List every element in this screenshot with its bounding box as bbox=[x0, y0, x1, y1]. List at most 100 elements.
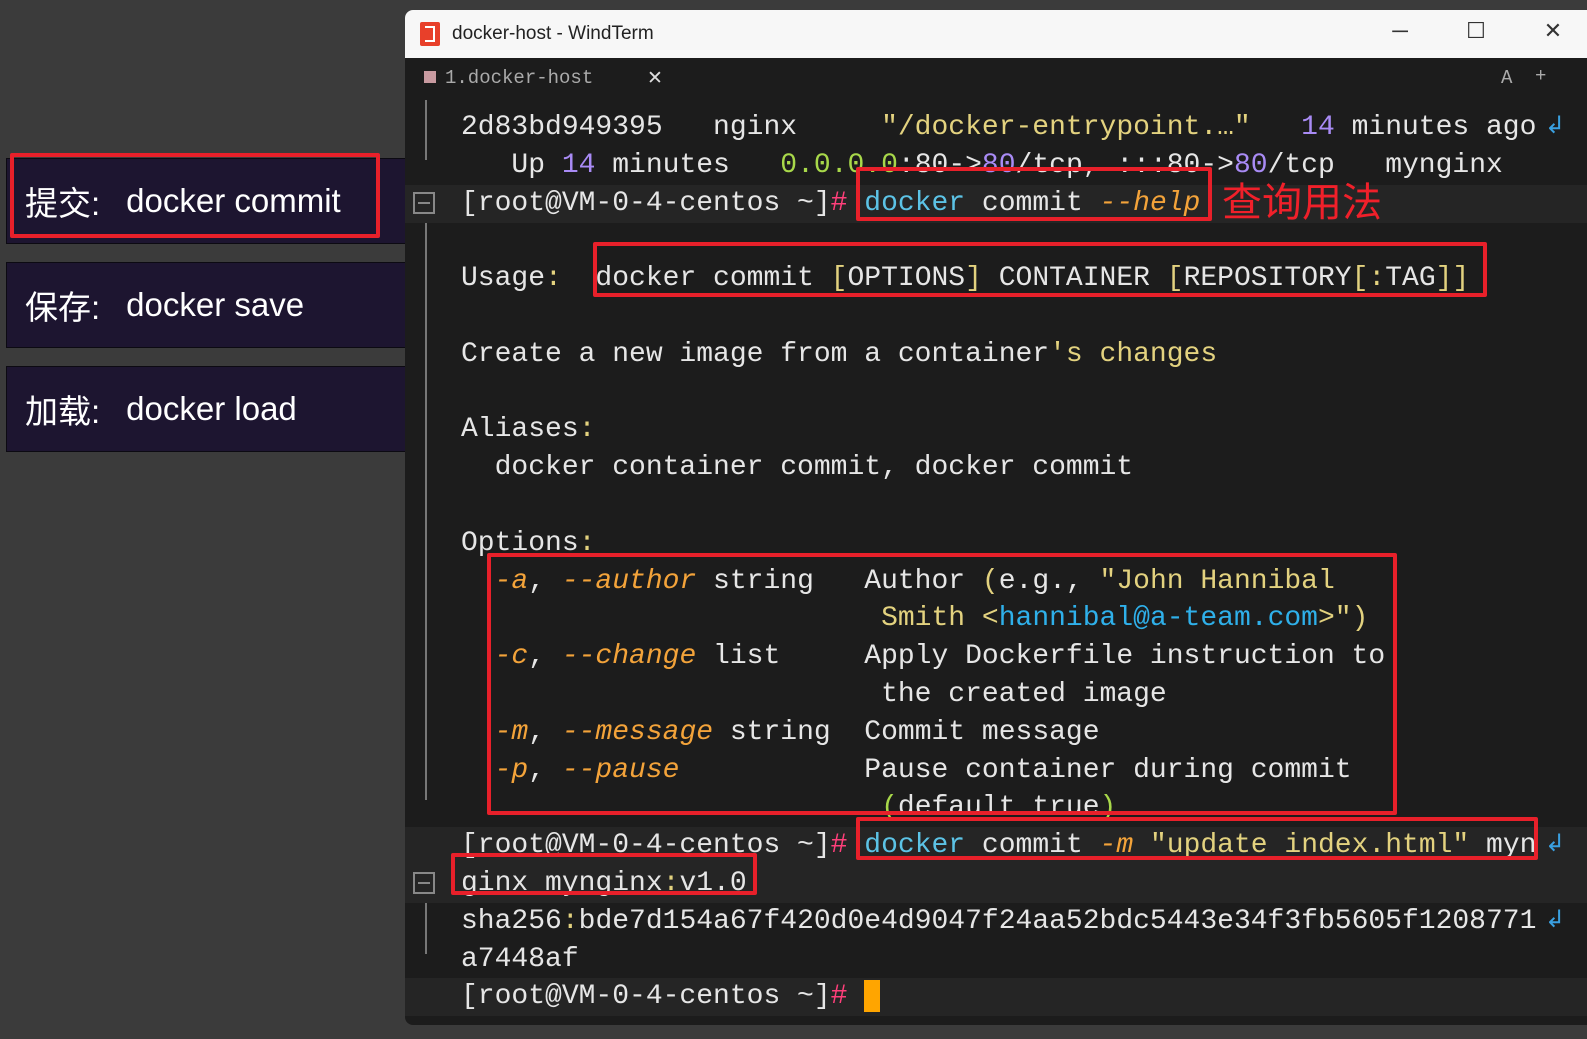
text-segment: OPTIONS bbox=[847, 263, 966, 295]
text-segment bbox=[461, 792, 881, 823]
side-item-load: 加载: docker load bbox=[6, 366, 406, 452]
text-segment: minutes bbox=[595, 149, 781, 181]
line-text: the created image bbox=[461, 676, 1167, 714]
text-segment: ) bbox=[1099, 792, 1117, 824]
text-segment: [: bbox=[1351, 263, 1386, 295]
line-text: ginx mynginx:v1.0 bbox=[461, 865, 747, 903]
title-bar: docker-host - WindTerm ─ ☐ ✕ bbox=[405, 10, 1587, 58]
text-segment bbox=[461, 641, 495, 672]
line-text: -p, --pause Pause container during commi… bbox=[461, 752, 1352, 790]
text-segment: ]] bbox=[1435, 263, 1470, 295]
session-icon bbox=[424, 71, 436, 83]
line-text: [root@VM-0-4-centos ~]# docker commit --… bbox=[461, 185, 1200, 223]
text-segment bbox=[461, 566, 495, 597]
fold-toggle-icon[interactable] bbox=[413, 872, 435, 894]
text-segment: , bbox=[528, 754, 562, 786]
text-segment: 14 bbox=[561, 149, 596, 181]
line-text: -a, --author string Author (e.g., "John … bbox=[461, 563, 1335, 601]
text-segment: Options bbox=[461, 527, 579, 559]
terminal-line: -c, --change list Apply Dockerfile instr… bbox=[405, 638, 1587, 676]
text-segment: ] bbox=[965, 263, 982, 295]
text-segment: , bbox=[528, 716, 562, 748]
text-segment: [root@VM-0-4-centos ~] bbox=[461, 187, 831, 219]
text-segment: -p bbox=[494, 754, 529, 786]
tab-bar: 1.docker-host ✕ A + bbox=[405, 58, 1587, 98]
terminal-line: -m, --message string Commit message bbox=[405, 714, 1587, 752]
text-segment: string Author bbox=[696, 565, 982, 597]
text-segment: "John Hannibal bbox=[1099, 565, 1335, 597]
line-wrap-icon: ↲ bbox=[1545, 907, 1566, 935]
side-command: docker commit bbox=[126, 182, 341, 219]
tab-label: 1.docker-host bbox=[445, 67, 594, 89]
line-text: -c, --change list Apply Dockerfile instr… bbox=[461, 638, 1386, 676]
text-segment: --author bbox=[561, 565, 697, 597]
font-button[interactable]: A bbox=[1501, 67, 1512, 89]
text-segment: ( bbox=[881, 792, 898, 824]
text-segment: --message bbox=[561, 716, 714, 748]
text-segment bbox=[847, 981, 864, 1012]
line-wrap-icon: ↲ bbox=[1545, 832, 1566, 860]
text-segment: , bbox=[528, 565, 562, 597]
add-tab-button[interactable]: + bbox=[1535, 65, 1546, 87]
text-segment: 's changes bbox=[1049, 338, 1218, 370]
text-segment: "update index.html" bbox=[1149, 830, 1470, 862]
terminal-line: Aliases: bbox=[405, 411, 1587, 449]
text-segment: sha256 bbox=[461, 905, 562, 937]
text-segment: commit bbox=[965, 830, 1100, 862]
side-command: docker load bbox=[126, 390, 297, 427]
terminal-line: [root@VM-0-4-centos ~]# docker commit -m… bbox=[405, 827, 1587, 866]
text-segment: docker commit bbox=[561, 263, 831, 295]
text-segment: REPOSITORY bbox=[1183, 263, 1352, 295]
text-segment: hannibal@a-team.com bbox=[998, 603, 1318, 635]
text-segment: docker bbox=[864, 830, 966, 862]
line-text: Create a new image from a container's ch… bbox=[461, 336, 1217, 374]
text-segment: : bbox=[662, 868, 680, 899]
text-segment: : bbox=[578, 527, 596, 559]
text-segment: list Apply Dockerfile instruction to bbox=[696, 641, 1386, 673]
text-segment: --pause bbox=[561, 754, 680, 786]
text-segment: : bbox=[578, 414, 596, 446]
terminal-line: Usage: docker commit [OPTIONS] CONTAINER… bbox=[405, 260, 1587, 298]
close-button[interactable]: ✕ bbox=[1533, 18, 1573, 44]
text-segment: , bbox=[528, 641, 562, 673]
line-text: (default true) bbox=[461, 789, 1116, 827]
text-segment: v1.0 bbox=[679, 868, 747, 899]
text-segment: -m bbox=[1099, 830, 1134, 862]
maximize-button[interactable]: ☐ bbox=[1456, 18, 1496, 44]
text-segment: Usage bbox=[461, 263, 546, 295]
side-command: docker save bbox=[126, 286, 305, 323]
terminal-line: the created image bbox=[405, 676, 1587, 714]
line-text: Usage: docker commit [OPTIONS] CONTAINER… bbox=[461, 260, 1469, 298]
text-segment: bde7d154a67f420d0e4d9047f24aa52bdc5443e3… bbox=[578, 905, 1537, 937]
tab-close-icon[interactable]: ✕ bbox=[647, 67, 663, 90]
text-segment: -a bbox=[494, 565, 529, 597]
terminal-line: docker container commit, docker commit bbox=[405, 449, 1587, 487]
fold-toggle-icon[interactable] bbox=[413, 191, 435, 214]
text-segment: --help bbox=[1099, 187, 1201, 219]
annotation-query-usage: 查询用法 bbox=[1222, 180, 1382, 226]
line-text: -m, --message string Commit message bbox=[461, 714, 1100, 752]
line-text: [root@VM-0-4-centos ~]# bbox=[461, 978, 881, 1016]
terminal-line: [root@VM-0-4-centos ~]# bbox=[405, 978, 1587, 1017]
line-text: Options: bbox=[461, 525, 595, 563]
text-segment: --change bbox=[561, 641, 697, 673]
minimize-button[interactable]: ─ bbox=[1380, 18, 1420, 44]
side-item-save: 保存: docker save bbox=[6, 262, 406, 348]
text-segment: commit bbox=[965, 187, 1100, 219]
terminal-line: Options: bbox=[405, 525, 1587, 563]
terminal-line: -a, --author string Author (e.g., "John … bbox=[405, 563, 1587, 601]
terminal-line: (default true) bbox=[405, 789, 1587, 827]
text-segment: : bbox=[545, 263, 562, 295]
text-segment: # bbox=[830, 981, 848, 1013]
terminal-output[interactable]: 2d83bd949395 nginx "/docker-entrypoint.…… bbox=[405, 98, 1587, 1025]
text-segment: 0.0.0.0 bbox=[780, 149, 898, 181]
text-segment bbox=[847, 830, 864, 861]
text-segment: default true bbox=[897, 792, 1100, 824]
line-text: Smith <hannibal@a-team.com>") bbox=[461, 600, 1368, 638]
terminal-line: Up 14 minutes 0.0.0.0:80->80/tcp, :::80-… bbox=[405, 147, 1587, 185]
text-segment: -m bbox=[494, 716, 529, 748]
text-segment: ginx mynginx bbox=[461, 868, 663, 899]
